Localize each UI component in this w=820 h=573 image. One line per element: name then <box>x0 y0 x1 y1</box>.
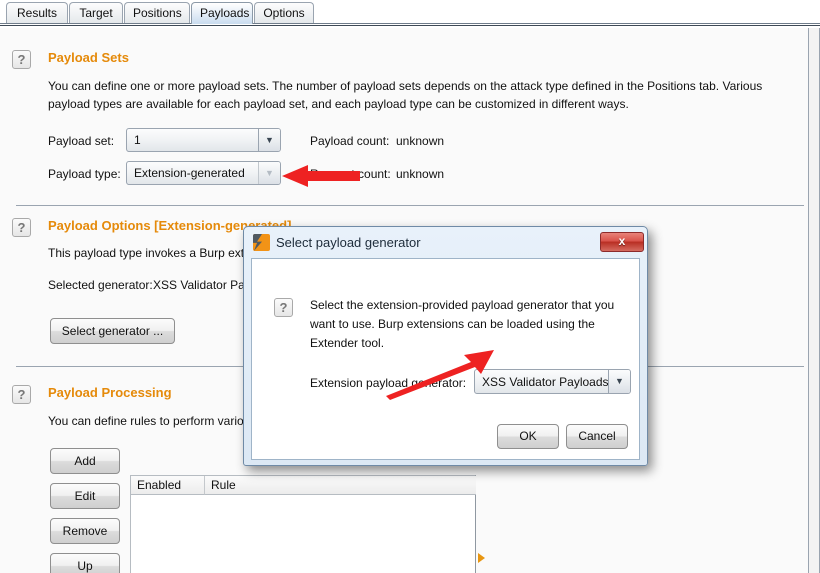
edit-rule-button[interactable]: Edit <box>50 483 120 509</box>
payload-count-value: unknown <box>396 134 445 148</box>
expand-triangle-icon[interactable] <box>478 553 485 563</box>
table-header-enabled[interactable]: Enabled <box>131 476 205 495</box>
payload-processing-rules-table[interactable]: Enabled Rule <box>130 475 476 573</box>
help-icon-dialog[interactable]: ? <box>274 298 293 317</box>
payload-count-label: Payload count: <box>310 134 390 148</box>
payload-sets-description-line2: payload types are available for each pay… <box>48 97 629 111</box>
dialog-body: ? Select the extension-provided payload … <box>251 258 640 460</box>
help-icon-payload-sets[interactable]: ? <box>12 50 31 69</box>
payload-sets-description-line1: You can define one or more payload sets.… <box>48 79 763 93</box>
dialog-body-line2: want to use. Burp extensions can be load… <box>310 317 595 331</box>
chevron-down-icon[interactable]: ▼ <box>258 162 280 184</box>
close-icon[interactable]: x <box>600 232 644 252</box>
extension-payload-generator-dropdown[interactable]: XSS Validator Payloads ▼ <box>474 369 631 394</box>
burp-logo-icon <box>253 234 270 251</box>
remove-rule-button[interactable]: Remove <box>50 518 120 544</box>
tab-target[interactable]: Target <box>69 2 123 24</box>
ok-button[interactable]: OK <box>497 424 559 449</box>
move-up-button[interactable]: Up <box>50 553 120 573</box>
request-count-value: unknown <box>396 167 445 181</box>
tab-results[interactable]: Results <box>6 2 68 24</box>
payload-type-value: Extension-generated <box>134 166 245 180</box>
chevron-down-icon[interactable]: ▼ <box>258 129 280 151</box>
dialog-title: Select payload generator <box>276 235 421 250</box>
select-payload-generator-dialog: Select payload generator x ? Select the … <box>243 226 648 466</box>
cancel-button[interactable]: Cancel <box>566 424 628 449</box>
select-generator-button[interactable]: Select generator ... <box>50 318 175 344</box>
extension-payload-generator-value: XSS Validator Payloads <box>482 375 609 389</box>
tab-options[interactable]: Options <box>254 2 314 24</box>
selected-generator-label: Selected generator: <box>48 278 153 292</box>
dialog-body-line3: Extender tool. <box>310 336 385 350</box>
payload-set-value: 1 <box>134 133 141 147</box>
extension-payload-generator-label: Extension payload generator: <box>310 376 467 390</box>
vertical-scrollbar[interactable] <box>808 28 819 573</box>
payload-set-label: Payload set: <box>48 134 115 148</box>
help-icon-payload-processing[interactable]: ? <box>12 385 31 404</box>
section-title-payload-processing: Payload Processing <box>48 385 172 400</box>
section-divider-1 <box>16 205 804 206</box>
request-count-label: Request count: <box>310 167 391 181</box>
table-header-rule[interactable]: Rule <box>205 476 476 495</box>
tab-payloads[interactable]: Payloads <box>191 2 253 24</box>
dialog-body-line1: Select the extension-provided payload ge… <box>310 298 615 312</box>
payload-type-dropdown[interactable]: Extension-generated ▼ <box>126 161 281 185</box>
dialog-titlebar[interactable]: Select payload generator x <box>248 230 645 256</box>
tab-positions[interactable]: Positions <box>124 2 190 24</box>
payload-type-label: Payload type: <box>48 167 121 181</box>
tab-bar-underline <box>0 23 820 26</box>
panel-right-edge <box>808 28 809 573</box>
help-icon-payload-options[interactable]: ? <box>12 218 31 237</box>
section-title-payload-sets: Payload Sets <box>48 50 129 65</box>
chevron-down-icon[interactable]: ▼ <box>608 370 630 393</box>
add-rule-button[interactable]: Add <box>50 448 120 474</box>
payload-set-dropdown[interactable]: 1 ▼ <box>126 128 281 152</box>
